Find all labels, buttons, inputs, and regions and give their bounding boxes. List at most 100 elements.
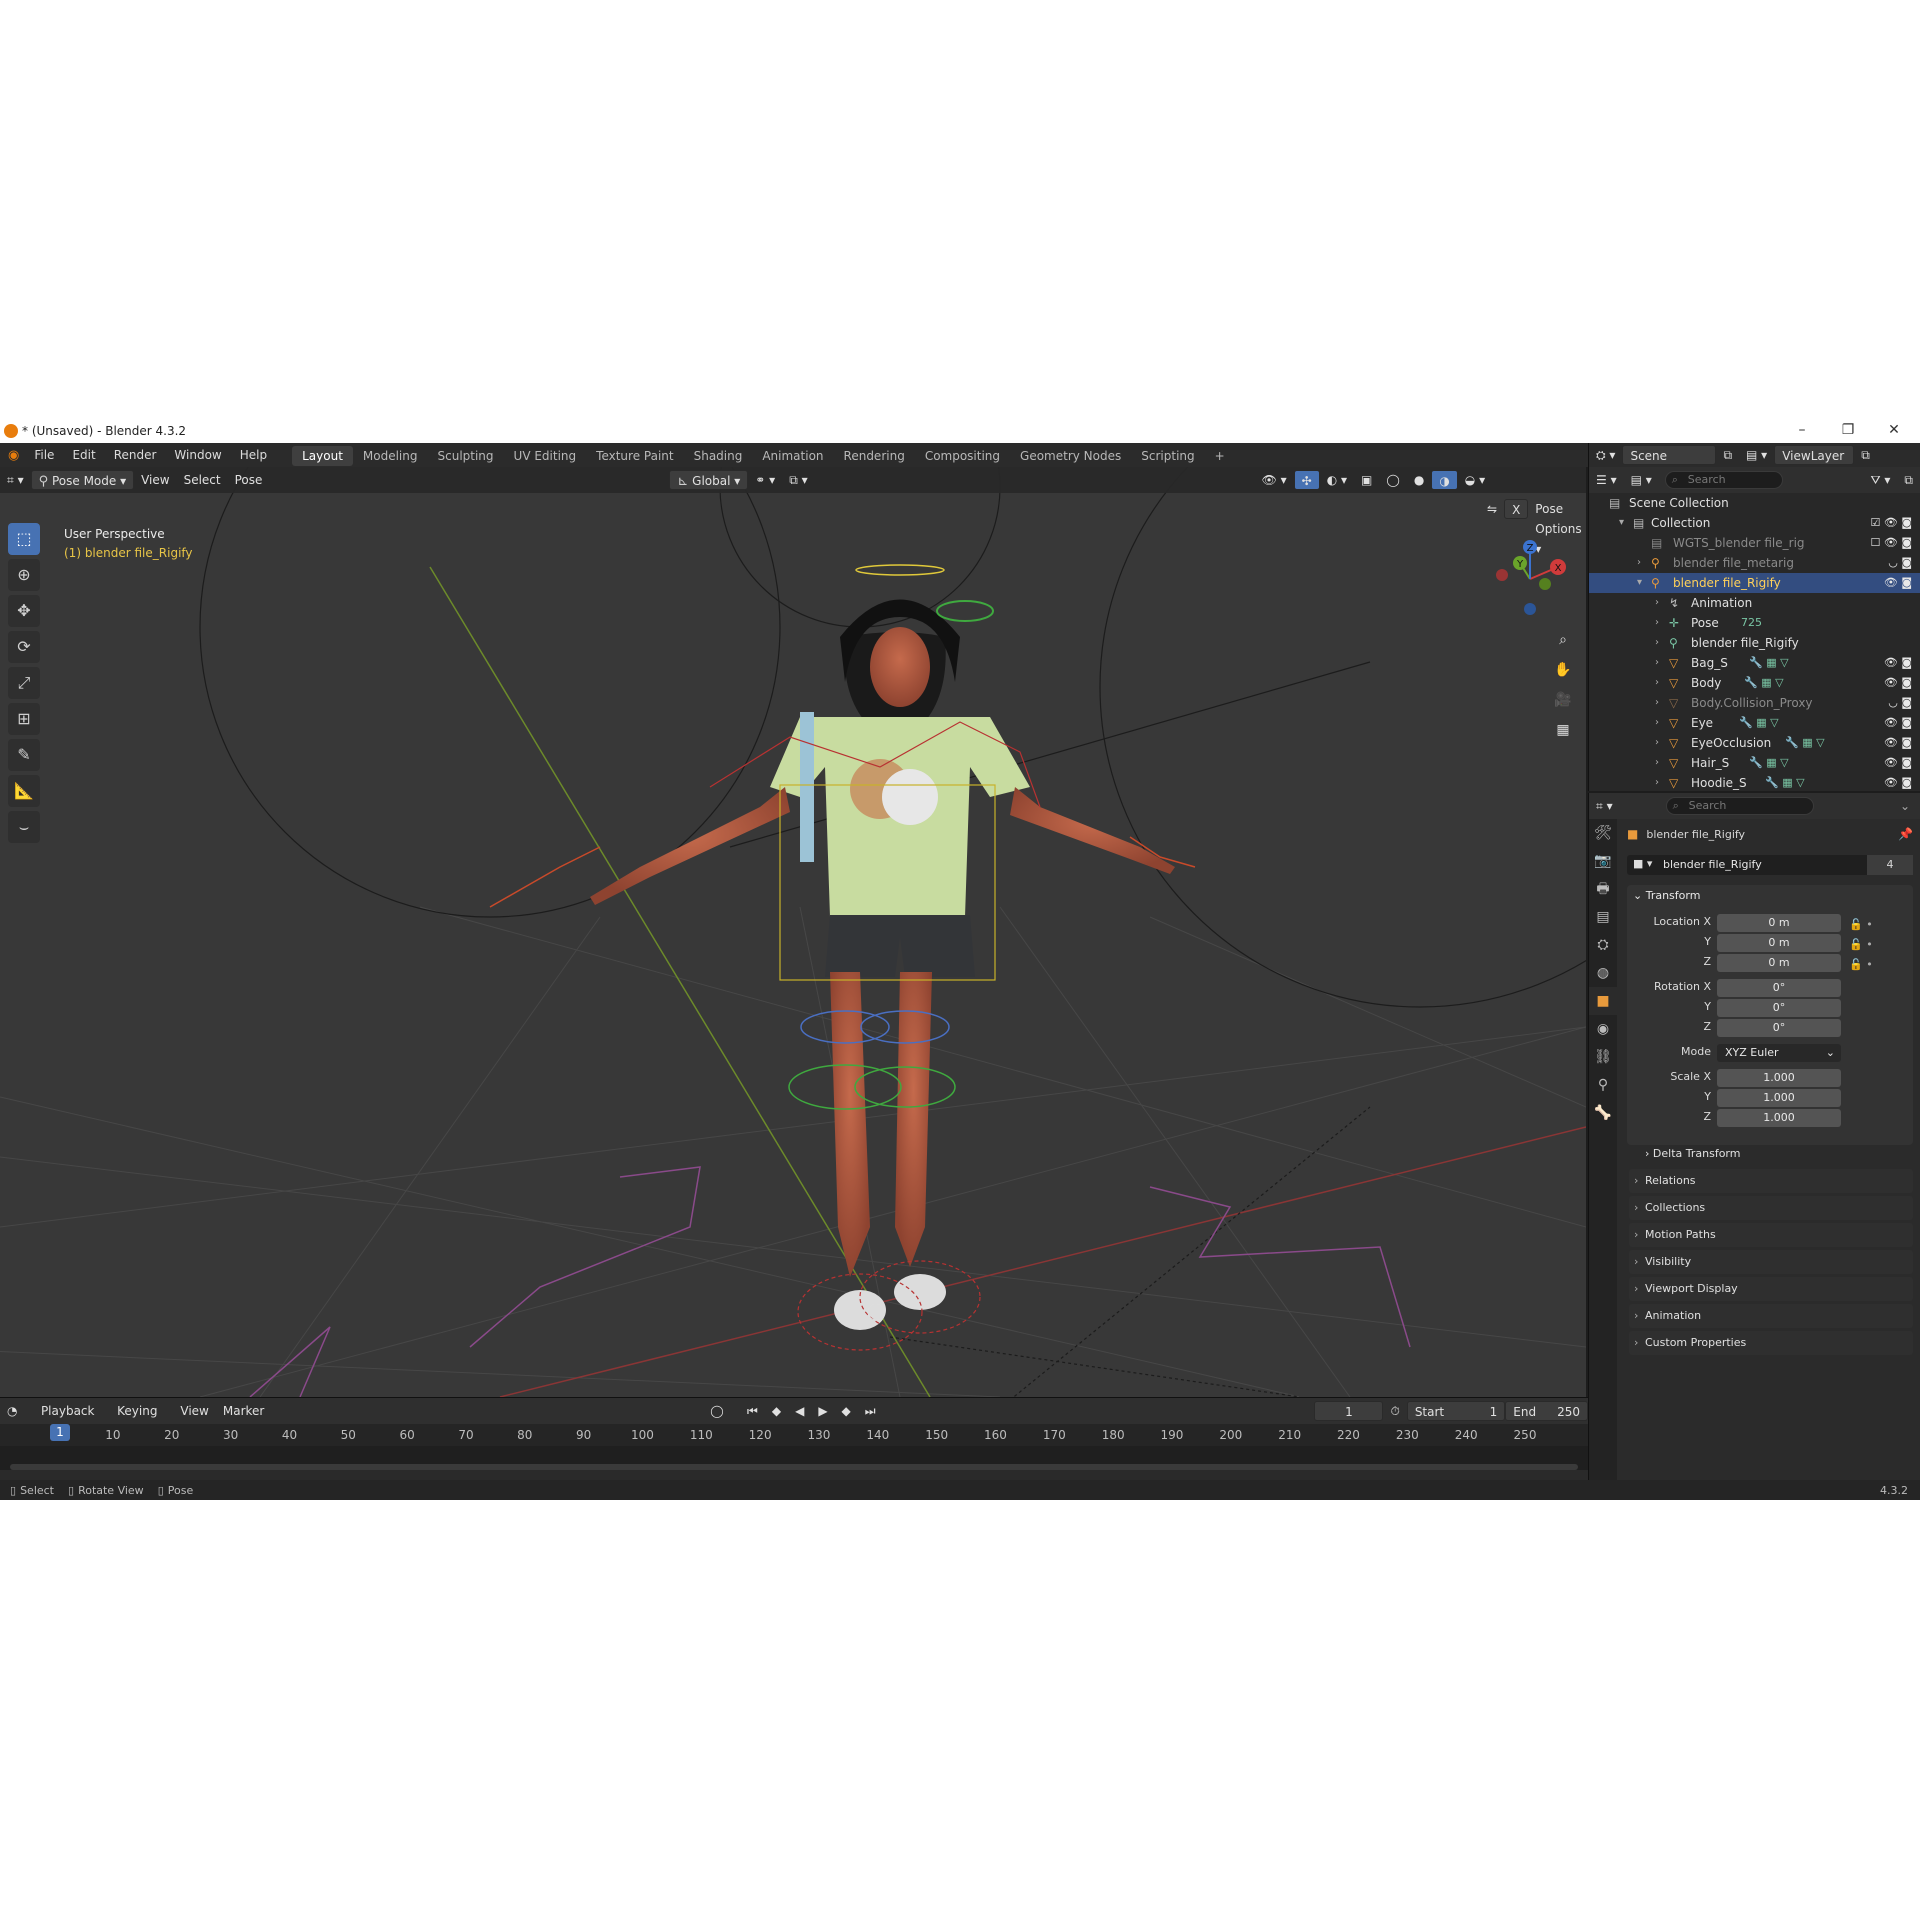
- chevron-right-icon[interactable]: ›: [1655, 713, 1659, 733]
- maximize-icon[interactable]: ❐: [1826, 422, 1870, 438]
- tool-tab-icon[interactable]: 🛠: [1589, 819, 1617, 847]
- measure-tool-icon[interactable]: 📐: [8, 775, 40, 807]
- mirror-x-toggle[interactable]: X: [1504, 499, 1529, 519]
- chevron-down-icon[interactable]: ▾: [1637, 573, 1642, 593]
- panel-viewport-display[interactable]: Viewport Display: [1629, 1277, 1913, 1301]
- chevron-right-icon[interactable]: ›: [1655, 633, 1659, 653]
- cursor-tool-icon[interactable]: ⊕: [8, 559, 40, 591]
- transform-tool-icon[interactable]: ⊞: [8, 703, 40, 735]
- prev-keyframe-icon[interactable]: ◆: [765, 1401, 788, 1421]
- datablock-type-icon[interactable]: ■ ▾: [1633, 857, 1652, 870]
- tab-geometry-nodes[interactable]: Geometry Nodes: [1010, 446, 1131, 466]
- play-reverse-icon[interactable]: ◀: [788, 1401, 811, 1421]
- zoom-icon[interactable]: ⌕: [1550, 627, 1576, 653]
- menu-help[interactable]: Help: [231, 443, 276, 467]
- shading-wireframe-icon[interactable]: ◯: [1379, 470, 1406, 490]
- datablock-selector[interactable]: ■ ▾ blender file_Rigify 4: [1627, 855, 1913, 875]
- scale-y-field[interactable]: 1.000: [1717, 1089, 1841, 1107]
- new-collection-icon[interactable]: ⧉: [1897, 470, 1920, 490]
- viewport-menu-select[interactable]: Select: [177, 470, 228, 490]
- auto-key-icon[interactable]: ◯ ▾: [703, 1401, 740, 1438]
- gizmo-toggle-icon[interactable]: ✣: [1293, 470, 1320, 490]
- scene-field[interactable]: Scene: [1622, 445, 1717, 465]
- scale-x-field[interactable]: 1.000: [1717, 1069, 1841, 1087]
- timeline-menu-playback[interactable]: Playback ▾: [34, 1401, 110, 1438]
- properties-search-input[interactable]: ⌕ Search: [1665, 797, 1814, 815]
- outliner-row-eye[interactable]: › ▽ Eye 🔧 ▦ ▽ 👁 ◙: [1589, 713, 1920, 733]
- bone-tab-icon[interactable]: 🦴: [1589, 1099, 1617, 1127]
- scene-icon[interactable]: ⛭ ▾: [1589, 445, 1622, 465]
- editor-type-icon[interactable]: ⌗ ▾: [0, 470, 31, 490]
- rotation-mode-dropdown[interactable]: XYZ Euler ⌄: [1717, 1044, 1841, 1062]
- new-view-layer-icon[interactable]: ⧉: [1854, 445, 1877, 465]
- chevron-down-icon[interactable]: ▾: [1619, 513, 1624, 533]
- mirror-icon[interactable]: ⇋: [1480, 499, 1504, 519]
- orientation-dropdown[interactable]: ⊾ Global ▾: [669, 470, 749, 490]
- pin-icon[interactable]: 📌: [1898, 827, 1913, 841]
- visibility-icons[interactable]: ☐ 👁 ◙: [1871, 533, 1913, 553]
- shading-material-icon[interactable]: ◑: [1431, 470, 1458, 490]
- viewport-menu-pose[interactable]: Pose: [228, 470, 270, 490]
- visibility-icons[interactable]: ◡ ◙: [1888, 553, 1912, 573]
- visibility-icon[interactable]: 👁 ▾: [1255, 470, 1294, 490]
- overlay-icon[interactable]: ◐ ▾: [1320, 470, 1354, 490]
- chevron-right-icon[interactable]: ›: [1655, 753, 1659, 773]
- chevron-right-icon[interactable]: ›: [1655, 733, 1659, 753]
- tab-uv-editing[interactable]: UV Editing: [504, 446, 587, 466]
- outliner-row-hoodie[interactable]: › ▽ Hoodie_S 🔧 ▦ ▽ 👁 ◙: [1589, 773, 1920, 793]
- outliner-row-metarig[interactable]: › ⚲ blender file_metarig ◡ ◙: [1589, 553, 1920, 573]
- timeline-menu-keying[interactable]: Keying ▾: [110, 1401, 173, 1438]
- rotation-y-field[interactable]: 0°: [1717, 999, 1841, 1017]
- panel-relations[interactable]: Relations: [1629, 1169, 1913, 1193]
- timeline-menu-view[interactable]: View: [173, 1401, 215, 1421]
- tab-scripting[interactable]: Scripting: [1131, 446, 1204, 466]
- timeline-menu-marker[interactable]: Marker: [216, 1401, 271, 1421]
- outliner-row-collection[interactable]: ▾ ▤ Collection ☑ 👁 ◙: [1589, 513, 1920, 533]
- relax-tool-icon[interactable]: ⌣: [8, 811, 40, 843]
- tab-modeling[interactable]: Modeling: [353, 446, 428, 466]
- physics-tab-icon[interactable]: ◉: [1589, 1015, 1617, 1043]
- panel-animation[interactable]: Animation: [1629, 1304, 1913, 1328]
- menu-edit[interactable]: Edit: [63, 443, 104, 467]
- close-icon[interactable]: ✕: [1872, 422, 1916, 438]
- tab-texture-paint[interactable]: Texture Paint: [586, 446, 683, 466]
- visibility-icons[interactable]: 👁 ◙: [1884, 713, 1912, 733]
- end-frame-field[interactable]: End 250: [1505, 1401, 1588, 1421]
- move-tool-icon[interactable]: ✥: [8, 595, 40, 627]
- xray-icon[interactable]: ▣: [1354, 470, 1379, 490]
- pivot-icon[interactable]: ⚭ ▾: [748, 470, 782, 490]
- chevron-right-icon[interactable]: ›: [1655, 593, 1659, 613]
- scale-z-field[interactable]: 1.000: [1717, 1109, 1841, 1127]
- timeline-editor-type-icon[interactable]: ◔ ▾: [0, 1401, 34, 1438]
- tab-rendering[interactable]: Rendering: [834, 446, 915, 466]
- menu-file[interactable]: File: [25, 443, 63, 467]
- pan-hand-icon[interactable]: ✋: [1550, 657, 1576, 683]
- outliner-row-hair[interactable]: › ▽ Hair_S 🔧 ▦ ▽ 👁 ◙: [1589, 753, 1920, 773]
- chevron-down-icon[interactable]: ⌄: [1900, 799, 1910, 813]
- visibility-icons[interactable]: 👁 ◙: [1884, 773, 1912, 793]
- next-keyframe-icon[interactable]: ◆: [835, 1401, 858, 1421]
- location-y-field[interactable]: 0 m: [1717, 934, 1841, 952]
- outliner-row-rigify[interactable]: ▾ ⚲ blender file_Rigify 👁 ◙: [1589, 573, 1920, 593]
- outliner-row-animation[interactable]: › ↯ Animation: [1589, 593, 1920, 613]
- timeline-scrollbar[interactable]: [10, 1464, 1578, 1470]
- tab-layout[interactable]: Layout: [292, 446, 353, 466]
- navigation-gizmo[interactable]: X Y Z: [1490, 539, 1570, 619]
- view-layer-field[interactable]: ViewLayer: [1774, 445, 1855, 465]
- shading-rendered-icon[interactable]: ◒ ▾: [1458, 470, 1492, 490]
- visibility-icons[interactable]: 👁 ◙: [1884, 673, 1912, 693]
- view-layer-tab-icon[interactable]: ▤: [1589, 903, 1617, 931]
- visibility-icons[interactable]: 👁 ◙: [1884, 573, 1912, 593]
- visibility-icons[interactable]: ☑ 👁 ◙: [1871, 513, 1913, 533]
- visibility-icons[interactable]: 👁 ◙: [1884, 653, 1912, 673]
- rotation-z-field[interactable]: 0°: [1717, 1019, 1841, 1037]
- panel-custom-properties[interactable]: Custom Properties: [1629, 1331, 1913, 1355]
- armature-data-tab-icon[interactable]: ⚲: [1589, 1071, 1617, 1099]
- mode-dropdown[interactable]: ⚲ Pose Mode ▾: [30, 470, 135, 490]
- location-x-field[interactable]: 0 m: [1717, 914, 1841, 932]
- render-tab-icon[interactable]: 📷: [1589, 847, 1617, 875]
- start-frame-field[interactable]: Start 1: [1406, 1401, 1506, 1421]
- outliner-row-rigify-data[interactable]: › ⚲ blender file_Rigify: [1589, 633, 1920, 653]
- visibility-icons[interactable]: 👁 ◙: [1884, 733, 1912, 753]
- object-tab-icon[interactable]: ■: [1589, 987, 1617, 1015]
